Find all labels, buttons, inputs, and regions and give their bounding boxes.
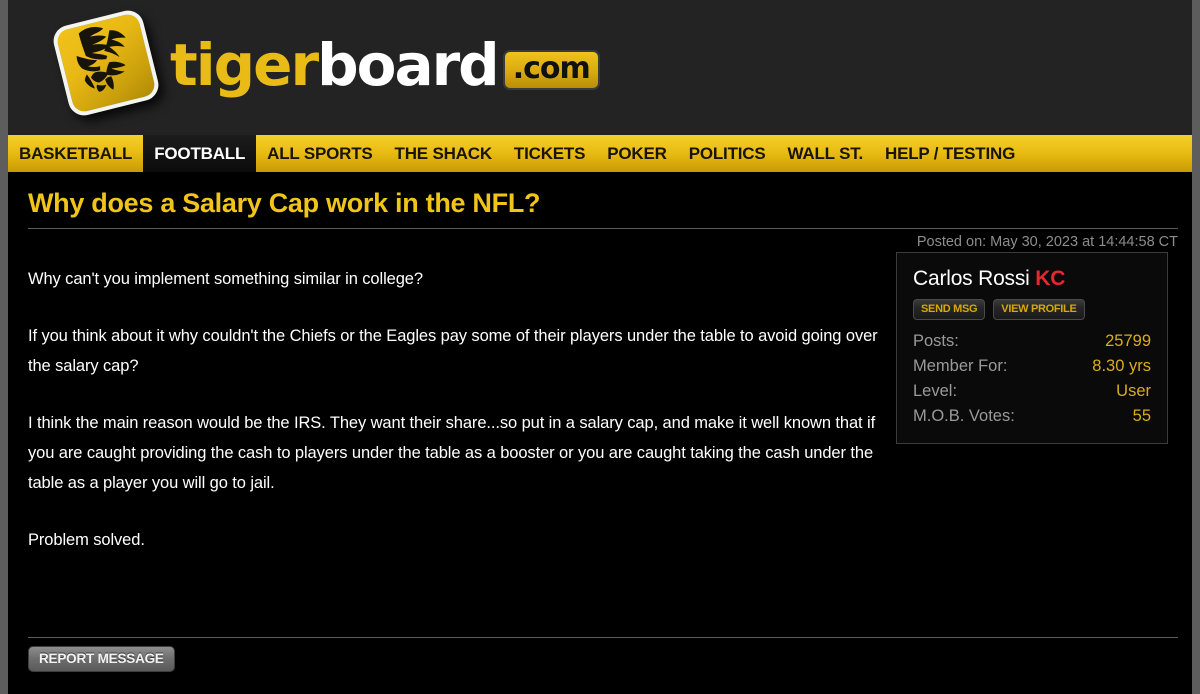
stat-value-posts: 25799 bbox=[1105, 332, 1151, 350]
tiger-head-glyph bbox=[76, 27, 126, 92]
site-logo[interactable]: tiger board .com bbox=[30, 0, 600, 135]
main-navigation: BASKETBALL FOOTBALL ALL SPORTS THE SHACK… bbox=[8, 135, 1192, 172]
site-header: tiger board .com bbox=[8, 0, 1192, 135]
wordmark-tiger: tiger bbox=[170, 31, 319, 99]
nav-item-poker[interactable]: POKER bbox=[596, 135, 677, 172]
post-body: Why can't you implement something simila… bbox=[28, 264, 890, 555]
posted-timestamp: Posted on: May 30, 2023 at 14:44:58 CT bbox=[916, 234, 1178, 250]
tiger-head-logo-icon bbox=[50, 7, 162, 119]
site-wordmark: tiger board .com bbox=[170, 30, 600, 100]
page-content: tiger board .com BASKETBALL FOOTBALL ALL … bbox=[8, 0, 1192, 694]
nav-item-tickets[interactable]: TICKETS bbox=[503, 135, 596, 172]
wordmark-com-badge: .com bbox=[502, 50, 600, 90]
nav-item-wall-st[interactable]: WALL ST. bbox=[777, 135, 875, 172]
view-profile-button[interactable]: VIEW PROFILE bbox=[993, 299, 1085, 320]
nav-item-basketball[interactable]: BASKETBALL bbox=[8, 135, 143, 172]
nav-item-help-testing[interactable]: HELP / TESTING bbox=[874, 135, 1026, 172]
nav-item-the-shack[interactable]: THE SHACK bbox=[384, 135, 503, 172]
stat-row-posts: Posts: 25799 bbox=[913, 329, 1151, 354]
post-paragraph: Problem solved. bbox=[28, 531, 145, 549]
footer-divider bbox=[28, 637, 1178, 638]
author-display-name: Carlos Rossi bbox=[913, 267, 1030, 290]
page-frame: tiger board .com BASKETBALL FOOTBALL ALL … bbox=[0, 0, 1200, 694]
author-name: Carlos Rossi KC bbox=[913, 267, 1151, 291]
wordmark-board: board bbox=[317, 31, 500, 99]
report-message-button[interactable]: REPORT MESSAGE bbox=[28, 646, 175, 672]
post-paragraph: Why can't you implement something simila… bbox=[28, 270, 423, 288]
thread-header: Why does a Salary Cap work in the NFL? bbox=[8, 172, 1192, 228]
send-msg-button[interactable]: SEND MSG bbox=[913, 299, 986, 320]
author-actions: SEND MSG VIEW PROFILE bbox=[913, 299, 1151, 320]
nav-item-politics[interactable]: POLITICS bbox=[678, 135, 777, 172]
stat-label-member-for: Member For: bbox=[913, 357, 1008, 375]
page-title: Why does a Salary Cap work in the NFL? bbox=[28, 188, 541, 218]
nav-item-all-sports[interactable]: ALL SPORTS bbox=[256, 135, 383, 172]
author-location-tag: KC bbox=[1035, 267, 1066, 290]
author-card: Carlos Rossi KC SEND MSG VIEW PROFILE Po… bbox=[896, 252, 1168, 444]
stat-row-level: Level: User bbox=[913, 379, 1151, 404]
post-paragraph: If you think about it why couldn't the C… bbox=[28, 327, 878, 375]
stat-value-level: User bbox=[1116, 382, 1151, 400]
stat-row-mob-votes: M.O.B. Votes: 55 bbox=[913, 404, 1151, 429]
stat-row-member-for: Member For: 8.30 yrs bbox=[913, 354, 1151, 379]
stat-value-member-for: 8.30 yrs bbox=[1092, 357, 1151, 375]
stat-label-level: Level: bbox=[913, 382, 958, 400]
post-region: Why can't you implement something simila… bbox=[8, 250, 1192, 555]
stat-value-mob-votes: 55 bbox=[1132, 407, 1151, 425]
stat-label-posts: Posts: bbox=[913, 332, 959, 350]
post-footer: REPORT MESSAGE bbox=[8, 637, 1192, 694]
stat-label-mob-votes: M.O.B. Votes: bbox=[913, 407, 1015, 425]
post-paragraph: I think the main reason would be the IRS… bbox=[28, 414, 876, 492]
nav-item-football[interactable]: FOOTBALL bbox=[143, 135, 257, 172]
